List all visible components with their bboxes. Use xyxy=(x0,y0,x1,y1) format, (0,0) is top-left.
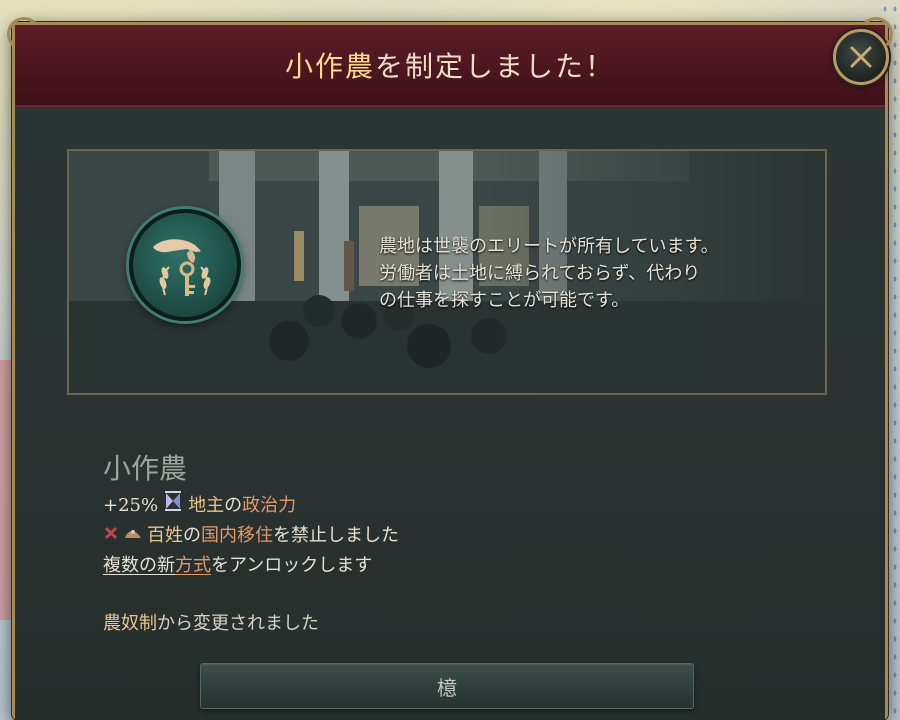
effect-internal-migration[interactable]: 国内移住 xyxy=(201,521,273,551)
effect-new-link[interactable]: 複数の新 xyxy=(103,551,175,581)
law-name: 小作農 xyxy=(103,452,188,485)
effect-banned: を禁止しました xyxy=(273,525,399,546)
title-law-name: 小作農 xyxy=(284,50,375,83)
law-illustration: 農地は世襲のエリートが所有しています。 労働者は土地に縛られておらず、代わり の… xyxy=(67,149,827,395)
landowners-icon xyxy=(162,490,184,522)
law-effects: +25% 地主の政治力 百姓 の 国内移住 を禁止しました 複数の新 方式 をア… xyxy=(103,491,399,581)
law-enacted-dialog: 小作農を制定しました！ 農地は世襲のエリートが所有しています。 労働者は土地に縛… xyxy=(7,17,893,720)
effect-unlocks: 複数の新 方式 をアンロックします xyxy=(103,551,399,581)
effect-value: +25% xyxy=(103,495,159,516)
dialog-body: 農地は世襲のエリートが所有しています。 労働者は土地に縛られておらず、代わり の… xyxy=(15,107,885,720)
effect-methods-link[interactable]: 方式 xyxy=(175,551,211,581)
dialog-title: 小作農を制定しました！ xyxy=(15,45,885,85)
effect-political-power-label[interactable]: 政治力 xyxy=(242,491,296,521)
cross-icon xyxy=(103,521,119,551)
close-button[interactable] xyxy=(833,29,889,85)
hand-key-wheat-icon xyxy=(153,239,211,296)
dialog-header: 小作農を制定しました！ xyxy=(15,25,885,107)
effect-unlock-text: をアンロックします xyxy=(211,555,373,576)
law-description: 農地は世襲のエリートが所有しています。 労働者は土地に縛られておらず、代わり の… xyxy=(379,236,719,311)
effect-migration-ban: 百姓の国内移住 を禁止しました xyxy=(103,521,399,551)
previous-law[interactable]: 農奴制 xyxy=(103,613,157,634)
changed-from: 農奴制から変更されました xyxy=(103,609,319,635)
close-icon xyxy=(850,46,872,68)
effect-particle: の xyxy=(224,495,243,516)
peasants-icon xyxy=(123,521,143,551)
law-badge xyxy=(129,209,241,321)
effect-landowners[interactable]: 地主 xyxy=(188,491,224,521)
effect-peasants[interactable]: 百姓 xyxy=(147,521,183,551)
changed-from-text: から変更されました xyxy=(157,613,319,634)
confirm-button[interactable]: 檍 xyxy=(200,663,694,709)
effect-political-power: +25% 地主の政治力 xyxy=(103,491,399,521)
effect-particle: の xyxy=(183,525,201,546)
title-rest: を制定しました！ xyxy=(375,50,616,83)
